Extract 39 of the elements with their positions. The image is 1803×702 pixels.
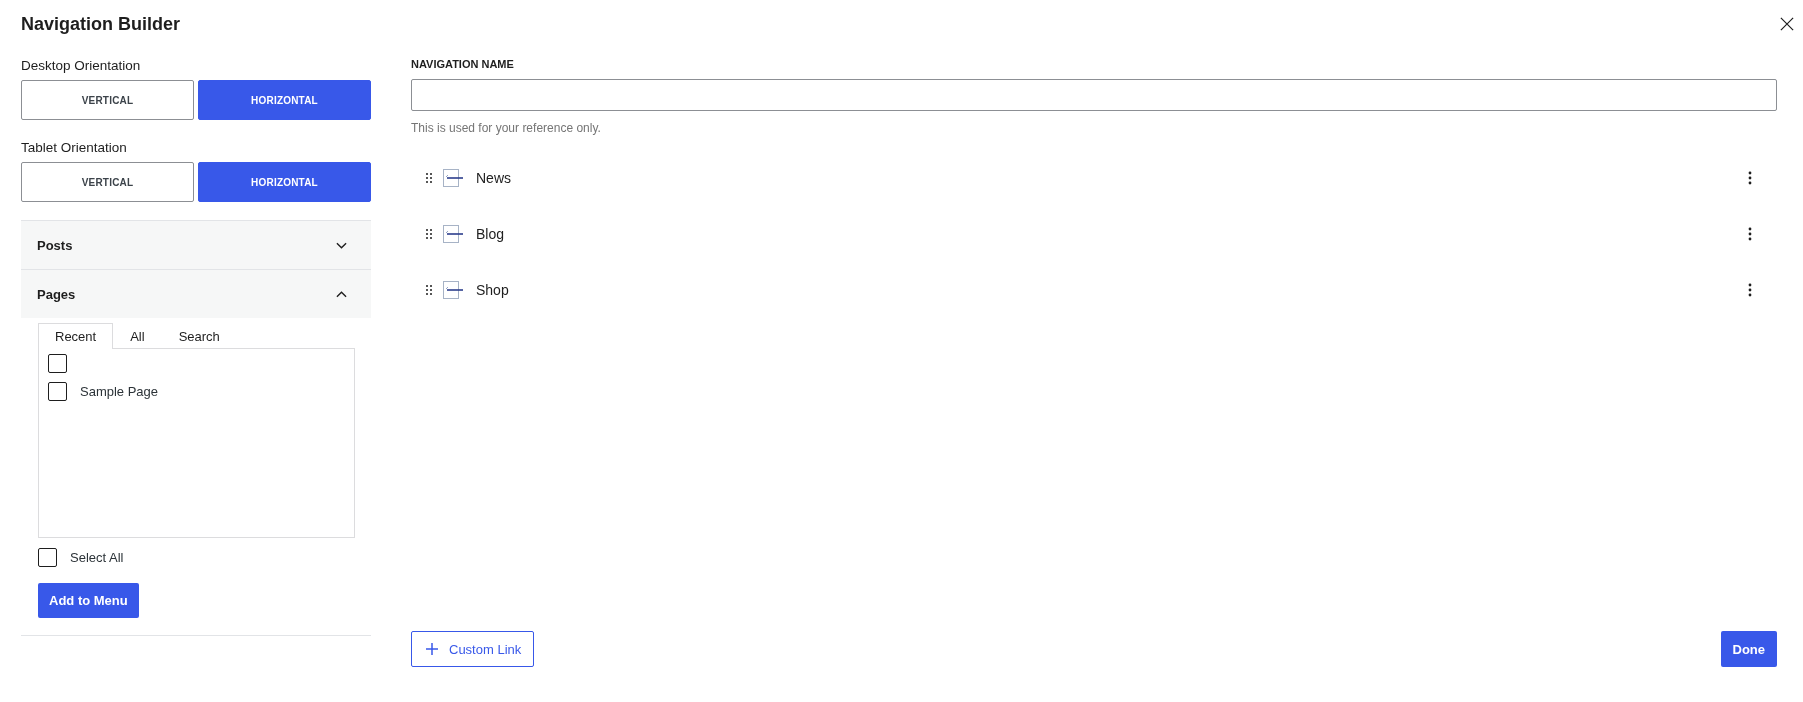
orientation-button[interactable]: HORIZONTAL: [198, 162, 371, 202]
close-icon[interactable]: [1780, 17, 1794, 31]
orientation-button[interactable]: HORIZONTAL: [198, 80, 371, 120]
checkbox[interactable]: [48, 382, 67, 401]
orientation-label: Tablet Orientation: [21, 139, 128, 157]
orientation-button[interactable]: VERTICAL: [21, 80, 194, 120]
done-button[interactable]: Done: [1720, 631, 1777, 667]
menu-item-label[interactable]: Blog: [476, 226, 505, 242]
checkbox[interactable]: [48, 354, 67, 373]
accordion-header[interactable]: Posts: [21, 220, 371, 269]
drag-handle-icon[interactable]: [426, 173, 432, 183]
chevron-icon: [336, 241, 347, 249]
accordion-header[interactable]: Pages: [21, 269, 371, 318]
page-label: Sample Page: [80, 384, 159, 399]
orientation-button[interactable]: VERTICAL: [21, 162, 194, 202]
field-label: NAVIGATION NAME: [411, 57, 515, 71]
dialog-title: Navigation Builder: [21, 13, 181, 36]
checkbox[interactable]: [38, 548, 57, 567]
page-link-icon: [443, 225, 463, 243]
chevron-icon: [336, 290, 347, 298]
tab[interactable]: Search: [161, 323, 237, 348]
more-menu-icon[interactable]: [1748, 171, 1752, 185]
more-menu-icon[interactable]: [1748, 227, 1752, 241]
more-menu-icon[interactable]: [1748, 283, 1752, 297]
input-field[interactable]: [411, 79, 1777, 111]
custom-link-button[interactable]: Custom Link: [411, 631, 535, 667]
add-to-menu-button[interactable]: Add to Menu: [38, 583, 139, 618]
menu-item-label[interactable]: Shop: [476, 282, 509, 298]
drag-handle-icon[interactable]: [426, 285, 432, 295]
menu-item-label[interactable]: News: [476, 170, 511, 186]
drag-handle-icon[interactable]: [426, 229, 432, 239]
page-link-icon: [443, 281, 463, 299]
help-text: This is used for your reference only.: [411, 120, 602, 136]
select-all-label: Select All: [70, 550, 124, 565]
orientation-label: Desktop Orientation: [21, 57, 142, 75]
page-link-icon: [443, 169, 463, 187]
plus-icon: [426, 643, 438, 655]
tab[interactable]: Recent: [38, 323, 114, 349]
tab[interactable]: All: [113, 323, 162, 348]
